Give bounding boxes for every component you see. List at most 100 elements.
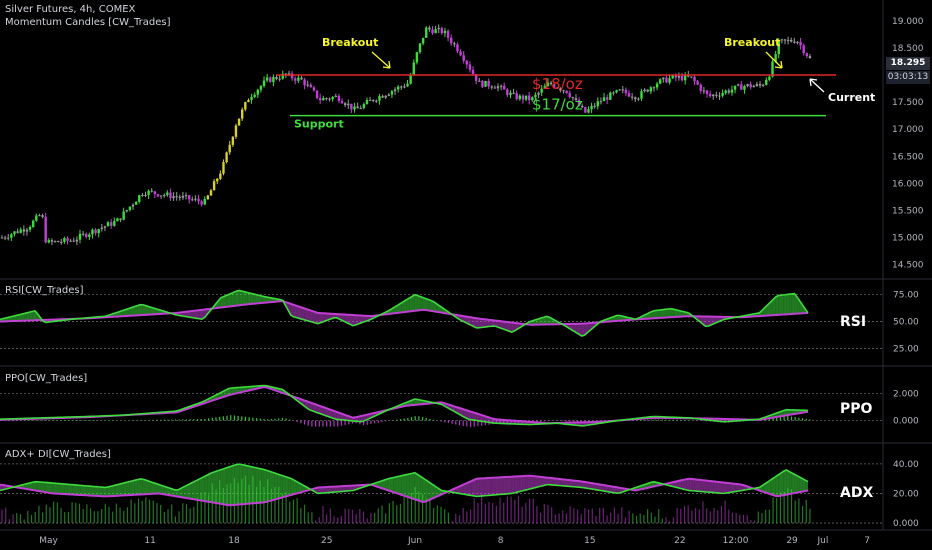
candle-body: [262, 80, 266, 86]
candle-body: [259, 85, 263, 90]
candle-body: [103, 226, 107, 228]
candle-body: [334, 95, 337, 97]
adx-pane-header: ADX+ DI[CW_Trades]: [5, 449, 111, 460]
rsi-fill: [196, 310, 200, 319]
adx-fill: [694, 479, 698, 492]
candle-body: [378, 96, 381, 101]
candle-body: [31, 220, 35, 228]
candle-body: [85, 233, 88, 238]
candle-body: [331, 96, 334, 100]
adx-fill: [188, 483, 192, 499]
support-price-label: $17/oz: [532, 96, 583, 114]
candle-body: [468, 64, 472, 70]
candle-body: [668, 78, 671, 83]
candle-body: [315, 90, 319, 99]
candle-body: [41, 215, 44, 217]
adx-fill: [231, 465, 235, 506]
rsi-fill: [657, 309, 660, 319]
candle-body: [300, 77, 303, 80]
adx-fill: [716, 481, 720, 494]
candle-body: [715, 94, 718, 96]
candle-body: [13, 231, 16, 235]
candle-body: [144, 194, 147, 196]
adx-fill: [274, 473, 278, 500]
adx-fill: [258, 468, 262, 503]
adx-fill: [484, 478, 488, 496]
indicator-title: Momentum Candles [CW_Trades]: [5, 17, 171, 28]
candle-body: [459, 51, 462, 56]
candle-body: [372, 99, 375, 101]
candle-body: [312, 87, 316, 91]
candle-body: [28, 227, 32, 230]
adx-fill: [775, 474, 779, 497]
candle-body: [509, 92, 512, 95]
adx-fill: [522, 475, 526, 491]
rsi-fill: [199, 309, 202, 320]
candle-body: [655, 83, 659, 88]
rsi-fill: [783, 294, 787, 315]
candle-body: [727, 90, 731, 93]
candle-body: [116, 218, 119, 222]
candle-body: [446, 30, 450, 38]
adx-fill: [420, 476, 423, 502]
adx-fill: [247, 465, 251, 504]
breakout-arrow-left: [371, 51, 391, 69]
candle-body: [297, 77, 300, 81]
rsi-fill: [247, 292, 251, 305]
adx-fill: [191, 481, 194, 500]
rsi-fill: [417, 295, 421, 311]
rsi-tick-label: 25.00: [893, 344, 919, 354]
time-tick-label: 25: [321, 536, 332, 546]
candle-body: [184, 195, 188, 197]
rsi-fill: [425, 298, 429, 311]
candle-body: [113, 221, 116, 226]
adx-fill: [107, 486, 111, 497]
adx-fill: [40, 482, 44, 492]
adx-fill: [137, 478, 141, 495]
rsi-fill: [250, 293, 254, 305]
candle-body: [175, 196, 178, 198]
candle-body: [172, 196, 175, 199]
candle-body: [325, 98, 328, 100]
candle-body: [396, 86, 400, 90]
candle-body: [786, 39, 790, 41]
candle-body: [646, 89, 649, 92]
current-arrow: [809, 78, 825, 93]
rsi-fill: [420, 296, 423, 311]
adx-fill: [288, 477, 291, 496]
candle-body: [91, 229, 94, 235]
adx-fill: [700, 479, 703, 492]
adx-fill: [724, 482, 728, 494]
candle-body: [390, 91, 394, 95]
rsi-fill: [231, 292, 235, 307]
candle-body: [527, 95, 531, 101]
candle-body: [35, 215, 38, 221]
candle-body: [802, 45, 805, 54]
adx-fill: [772, 476, 776, 496]
rsi-fill: [228, 293, 232, 307]
adx-fill: [395, 476, 399, 494]
candle-body: [365, 100, 369, 105]
adx-fill: [398, 475, 402, 495]
candle-body: [618, 89, 621, 91]
adx-fill: [239, 464, 243, 505]
candle-body: [100, 227, 104, 230]
candle-body: [746, 84, 749, 87]
candle-body: [138, 195, 141, 202]
candle-body: [231, 136, 235, 145]
candle-body: [340, 100, 344, 104]
candle-body: [153, 191, 157, 195]
price-tick-label: 18.500: [892, 44, 924, 54]
time-tick-label: Jul: [817, 536, 829, 546]
candle-body: [590, 105, 593, 110]
rsi-fill: [253, 293, 256, 304]
adx-fill: [277, 473, 281, 499]
adx-fill: [401, 475, 404, 496]
candle-body: [793, 41, 796, 43]
price-tick-label: 16.500: [892, 152, 924, 162]
adx-fill: [692, 479, 695, 491]
candle-body: [805, 53, 809, 57]
candle-body: [596, 101, 600, 107]
candle-body: [237, 118, 241, 126]
adx-fill: [290, 478, 294, 496]
